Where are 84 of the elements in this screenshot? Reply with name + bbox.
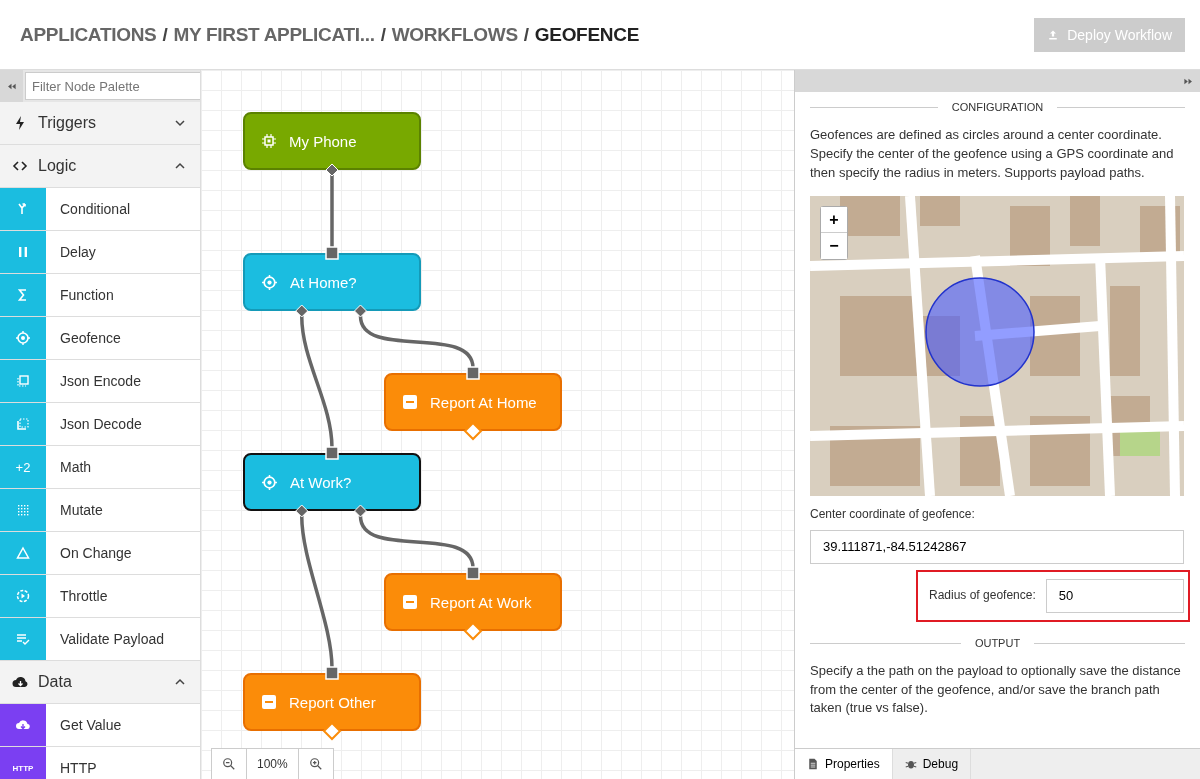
node-label: Report At Work bbox=[430, 593, 532, 611]
item-label: Throttle bbox=[60, 588, 108, 604]
node-label: At Work? bbox=[290, 473, 352, 491]
input-port[interactable] bbox=[466, 566, 480, 580]
center-coordinate-field[interactable]: 39.111871,-84.51242867 bbox=[810, 529, 1184, 564]
section-title: Data bbox=[38, 673, 73, 691]
section-heading: OUTPUT bbox=[974, 635, 1021, 651]
palette-section-header[interactable]: Logic bbox=[0, 145, 200, 188]
cloud-download-icon bbox=[12, 674, 28, 690]
description-text: Geofences are defined as circles around a center coordinate. Specify the center of the geofence using a GPS coordinate and then specify the radius in meters. Supports payload paths. bbox=[810, 125, 1175, 182]
zoom-level: 100% bbox=[247, 749, 299, 779]
item-label: HTTP bbox=[60, 760, 97, 776]
palette-section-header[interactable]: Triggers bbox=[0, 102, 200, 145]
node-type-label: HTTP bbox=[12, 763, 34, 773]
palette-item[interactable]: HTTP HTTP bbox=[0, 747, 200, 779]
node-type-icon bbox=[15, 373, 31, 389]
panel-tab[interactable]: Properties bbox=[795, 749, 893, 779]
zoom-in-icon bbox=[308, 757, 323, 771]
palette-item[interactable]: Mutate bbox=[0, 489, 200, 532]
node-label: At Home? bbox=[290, 273, 357, 291]
chip-icon bbox=[261, 133, 277, 149]
palette-item[interactable]: +2 Math bbox=[0, 446, 200, 489]
breadcrumb-separator: / bbox=[380, 23, 386, 46]
item-label: Get Value bbox=[60, 717, 122, 733]
breadcrumb-link[interactable]: MY FIRST APPLICATI... bbox=[173, 23, 375, 46]
palette-item[interactable]: Json Decode bbox=[0, 403, 200, 446]
item-label: Geofence bbox=[60, 330, 121, 346]
input-port[interactable] bbox=[466, 366, 480, 380]
field-label: Center coordinate of geofence: bbox=[810, 506, 976, 524]
input-port[interactable] bbox=[325, 666, 339, 680]
breadcrumb-link[interactable]: WORKFLOWS bbox=[391, 23, 518, 46]
palette-item[interactable]: Function bbox=[0, 274, 200, 317]
node-type-icon bbox=[15, 416, 31, 432]
palette-item[interactable]: Get Value bbox=[0, 704, 200, 747]
palette-item[interactable]: Validate Payload bbox=[0, 618, 200, 661]
palette-item[interactable]: Geofence bbox=[0, 317, 200, 360]
panel-tab[interactable]: Debug bbox=[892, 749, 972, 779]
palette-item[interactable]: On Change bbox=[0, 532, 200, 575]
map-zoom-in-button[interactable]: + bbox=[821, 207, 847, 234]
node-label: Report At Home bbox=[430, 393, 537, 411]
item-label: Conditional bbox=[60, 201, 131, 217]
field-label: Radius of geofence: bbox=[929, 587, 1036, 605]
section-title: Logic bbox=[38, 157, 78, 175]
node-type-icon bbox=[15, 545, 31, 561]
node-type-icon bbox=[15, 330, 31, 346]
palette-item[interactable]: Delay bbox=[0, 231, 200, 274]
crosshair-icon bbox=[261, 473, 278, 491]
item-label: Json Encode bbox=[60, 373, 141, 389]
item-label: Math bbox=[60, 459, 92, 475]
breadcrumb-link[interactable]: GEOFENCE bbox=[534, 23, 639, 46]
document-icon bbox=[807, 758, 819, 770]
item-label: Function bbox=[60, 287, 114, 303]
filter-field[interactable]: Filter Node Palette bbox=[25, 72, 200, 100]
palette-item[interactable]: Json Encode bbox=[0, 360, 200, 403]
item-label: Delay bbox=[60, 244, 96, 260]
item-label: On Change bbox=[60, 545, 132, 561]
breadcrumb-separator: / bbox=[523, 23, 529, 46]
crosshair-icon bbox=[261, 273, 278, 291]
bug-icon bbox=[904, 758, 917, 770]
input-port[interactable] bbox=[325, 446, 339, 460]
node-type-icon bbox=[15, 502, 31, 518]
input-port[interactable] bbox=[325, 246, 339, 260]
minus-square-icon bbox=[402, 594, 418, 610]
radius-field[interactable]: 50 bbox=[1045, 578, 1184, 613]
breadcrumb-separator: / bbox=[162, 23, 168, 46]
node-type-icon bbox=[15, 631, 31, 647]
palette-item[interactable]: Conditional bbox=[0, 188, 200, 231]
node-label: Report Other bbox=[289, 693, 376, 711]
node-type-icon bbox=[15, 588, 31, 604]
upload-icon bbox=[1047, 28, 1060, 41]
description-text: Specify a the path on the payload to optionally save the distance from the center of the geofence, and/or save the branch path taken (true vs false). bbox=[810, 661, 1182, 718]
node-label: My Phone bbox=[289, 132, 357, 150]
zoom-out-icon bbox=[222, 757, 236, 771]
section-heading: CONFIGURATION bbox=[951, 100, 1044, 115]
item-label: Validate Payload bbox=[60, 631, 165, 647]
breadcrumb-link[interactable]: APPLICATIONS bbox=[20, 23, 157, 46]
item-label: Mutate bbox=[60, 502, 103, 518]
section-title: Triggers bbox=[38, 114, 98, 132]
palette-section-header[interactable]: Data bbox=[0, 661, 200, 704]
minus-square-icon bbox=[261, 694, 277, 710]
minus-square-icon bbox=[402, 394, 418, 410]
palette-item[interactable]: Throttle bbox=[0, 575, 200, 618]
node-type-label: +2 bbox=[15, 459, 31, 475]
item-label: Json Decode bbox=[60, 416, 142, 432]
